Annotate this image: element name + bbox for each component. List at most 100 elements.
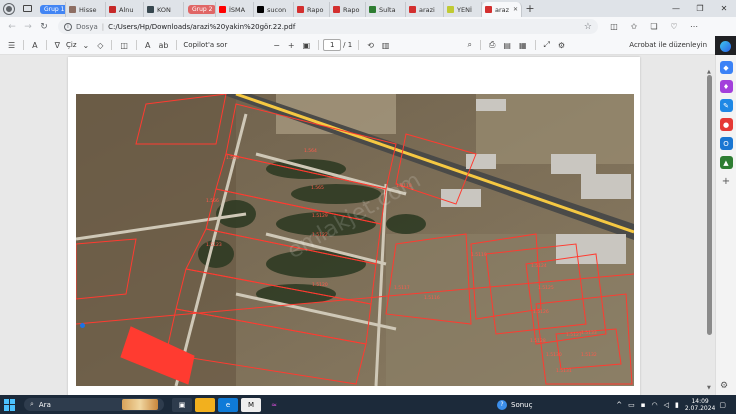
tab-favicon-icon bbox=[109, 6, 116, 13]
collections-icon[interactable]: ❏ bbox=[644, 22, 664, 31]
tray-battery-icon[interactable]: ▮ bbox=[675, 401, 679, 409]
sidebar-games-icon[interactable]: ● bbox=[719, 118, 733, 131]
tab-group-label[interactable]: Grup 1 bbox=[36, 2, 66, 17]
parcel-number-label: 1.5126 bbox=[533, 309, 549, 315]
fullscreen-icon[interactable]: ⤢ bbox=[540, 40, 554, 50]
vertical-scrollbar[interactable] bbox=[707, 75, 712, 385]
task-view-icon[interactable]: ▣ bbox=[172, 397, 192, 412]
copilot-icon[interactable] bbox=[716, 38, 734, 54]
browser-tab[interactable]: İSMA bbox=[216, 2, 254, 17]
info-icon[interactable]: i bbox=[64, 22, 72, 31]
browser-tab[interactable]: arazi bbox=[406, 2, 444, 17]
eraser-icon[interactable]: ◇ bbox=[93, 41, 107, 50]
app-wave-icon[interactable]: ≈ bbox=[264, 397, 284, 412]
parcel-number-label: 1.565 bbox=[311, 185, 324, 191]
fit-page-icon[interactable]: ▣ bbox=[299, 41, 315, 50]
more-menu-icon[interactable]: ⋯ bbox=[684, 22, 704, 31]
scrollbar-thumb[interactable] bbox=[707, 75, 712, 335]
page-number-input[interactable]: 1 bbox=[323, 39, 342, 51]
taskbar-search-box[interactable]: ⌕ Ara bbox=[24, 398, 164, 411]
two-page-icon[interactable]: ▥ bbox=[378, 41, 394, 50]
browser-tab[interactable]: YENİ bbox=[444, 2, 482, 17]
parcel-number-label: 1.5131 bbox=[556, 368, 572, 374]
parcel-number-label: 1.5118 bbox=[396, 183, 412, 189]
browser-tab[interactable]: Alnu bbox=[106, 2, 144, 17]
sidebar-office-icon[interactable]: ▲ bbox=[719, 156, 733, 169]
maximize-button[interactable]: ❐ bbox=[688, 4, 712, 13]
page-view-icon[interactable]: ◫ bbox=[116, 41, 132, 50]
forward-button[interactable]: → bbox=[20, 22, 36, 32]
draw-label[interactable]: Çiz bbox=[64, 41, 79, 49]
parcel-number-label: 1.5132 bbox=[581, 352, 597, 358]
reload-button[interactable]: ↻ bbox=[36, 22, 52, 32]
close-window-button[interactable]: ✕ bbox=[712, 4, 736, 13]
app-m-icon[interactable]: M bbox=[241, 397, 261, 412]
workspaces-icon[interactable] bbox=[18, 0, 36, 17]
favorites-icon[interactable]: ✩ bbox=[624, 22, 644, 31]
tab-favicon-icon bbox=[447, 6, 454, 13]
sidebar-outlook-icon[interactable]: O bbox=[719, 137, 733, 150]
parcel-number-label: 1.5117 bbox=[394, 285, 410, 291]
back-button[interactable]: ← bbox=[4, 22, 20, 32]
browser-tab[interactable]: sucon bbox=[254, 2, 294, 17]
favorite-star-icon[interactable]: ☆ bbox=[584, 22, 592, 32]
clock[interactable]: 14:09 2.07.2024 bbox=[685, 398, 716, 412]
sidebar-tools-icon[interactable]: ✎ bbox=[719, 99, 733, 112]
split-screen-icon[interactable]: ◫ bbox=[604, 22, 624, 31]
minimize-button[interactable]: — bbox=[664, 4, 688, 13]
page-indicator-dot[interactable] bbox=[80, 323, 85, 328]
browser-tab[interactable]: araz ✕ bbox=[482, 2, 522, 17]
separator: | bbox=[101, 22, 105, 31]
browser-tab[interactable]: KON bbox=[144, 2, 184, 17]
sidebar-add-icon[interactable]: + bbox=[720, 175, 733, 188]
tray-volume-icon[interactable]: ◁ bbox=[664, 401, 669, 409]
draw-icon[interactable]: ∇ bbox=[51, 41, 64, 50]
tray-chevron-icon[interactable]: ^ bbox=[616, 401, 622, 409]
settings-icon[interactable]: ⚙ bbox=[554, 41, 569, 50]
parcel-map-image: emlakjet.com 1.563 1.564 1.565 1.566 1.5129 1… bbox=[76, 94, 634, 386]
omnibox[interactable]: i Dosya | C:/Users/Hp/Downloads/arazi%20… bbox=[58, 19, 598, 34]
clock-date: 2.07.2024 bbox=[684, 404, 716, 412]
url-text[interactable]: C:/Users/Hp/Downloads/arazi%20yakin%20gö… bbox=[108, 23, 295, 31]
contents-icon[interactable]: ☰ bbox=[4, 41, 19, 50]
tab-title: Rapo bbox=[343, 5, 360, 14]
sidebar-settings-icon[interactable]: ⚙ bbox=[720, 381, 728, 391]
acrobat-edit-button[interactable]: Acrobat ile düzenleyin bbox=[629, 41, 711, 49]
scroll-down-arrow[interactable]: ▼ bbox=[707, 385, 711, 391]
browser-tab[interactable]: Sulta bbox=[366, 2, 406, 17]
address-bar: ← → ↻ i Dosya | C:/Users/Hp/Downloads/ar… bbox=[0, 17, 736, 36]
weather-widget[interactable]: ? Sonuç bbox=[497, 399, 533, 410]
draw-dropdown-icon[interactable]: ⌄ bbox=[79, 41, 94, 50]
tray-wifi-icon[interactable]: ◠ bbox=[651, 401, 657, 409]
copilot-ask-button[interactable]: Copilot'a sor bbox=[181, 41, 229, 49]
tray-monitor-icon[interactable]: ▭ bbox=[628, 401, 635, 409]
browser-essentials-icon[interactable]: ♡ bbox=[664, 22, 684, 31]
pdf-document-area[interactable]: emlakjet.com 1.563 1.564 1.565 1.566 1.5129 1… bbox=[0, 55, 715, 395]
rotate-icon[interactable]: ⟲ bbox=[363, 41, 378, 50]
zoom-in-icon[interactable]: + bbox=[284, 41, 299, 50]
notification-icon[interactable]: ▢ bbox=[719, 401, 726, 409]
browser-tab[interactable]: Hisse bbox=[66, 2, 106, 17]
new-tab-button[interactable]: + bbox=[522, 2, 538, 15]
sidebar-tag-icon[interactable]: ◆ bbox=[719, 61, 733, 74]
browser-profile-icon[interactable] bbox=[0, 0, 18, 17]
weather-label: Sonuç bbox=[511, 400, 533, 409]
text-icon[interactable]: A bbox=[141, 41, 154, 50]
tab-group-label[interactable]: Grup 2 bbox=[184, 2, 216, 17]
windows-start-icon[interactable] bbox=[4, 398, 16, 411]
browser-tab[interactable]: Rapo bbox=[294, 2, 330, 17]
edge-browser-icon[interactable]: e bbox=[218, 397, 238, 412]
print-icon[interactable]: ⎙ bbox=[485, 40, 499, 50]
sidebar-shopping-icon[interactable]: ♦ bbox=[719, 80, 733, 93]
translate-icon[interactable]: ab bbox=[154, 41, 172, 50]
save-icon[interactable]: ▤ bbox=[499, 41, 515, 50]
file-explorer-icon[interactable] bbox=[195, 397, 215, 412]
search-icon[interactable]: ⌕ bbox=[463, 40, 475, 50]
tab-close-icon[interactable]: ✕ bbox=[511, 6, 518, 13]
tab-favicon-icon bbox=[219, 6, 226, 13]
save-as-icon[interactable]: ▦ bbox=[515, 41, 531, 50]
tray-camera-icon[interactable]: ▪ bbox=[641, 401, 646, 409]
zoom-out-icon[interactable]: − bbox=[269, 41, 284, 50]
browser-tab[interactable]: Rapo bbox=[330, 2, 366, 17]
read-aloud-icon[interactable]: A bbox=[28, 41, 41, 50]
